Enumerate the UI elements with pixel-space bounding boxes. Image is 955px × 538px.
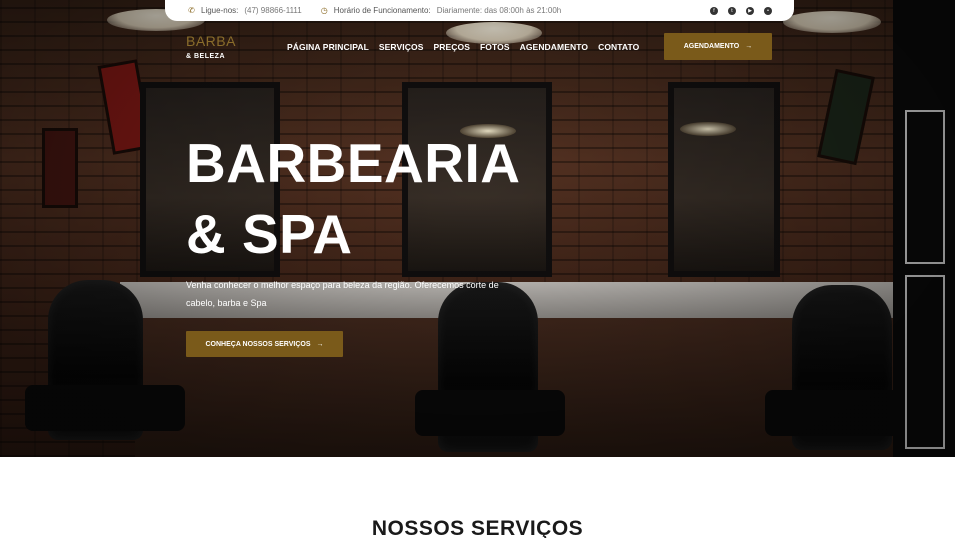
arrow-right-icon: →: [316, 340, 324, 348]
hero-subtitle: Venha conhecer o melhor espaço para bele…: [186, 280, 499, 308]
wall-frame: [97, 59, 153, 155]
booking-button-label: AGENDAMENTO: [683, 43, 740, 50]
facebook-icon[interactable]: f: [710, 6, 718, 15]
services-cta-label: CONHEÇA NOSSOS SERVIÇOS: [205, 340, 311, 348]
chair-seat: [765, 390, 915, 436]
arrow-right-icon: →: [745, 43, 753, 50]
top-info-bar: ✆ Ligue-nos: (47) 98866-1111 ◷ Horário d…: [165, 0, 794, 21]
door: [893, 0, 955, 457]
hero-title-line1: BARBEARIA: [186, 132, 521, 194]
wall-frame: [817, 68, 875, 166]
nav-item-photos[interactable]: FOTOS: [480, 42, 510, 52]
youtube-icon[interactable]: ▶: [746, 6, 754, 15]
chair-seat: [415, 390, 565, 436]
nav-item-home[interactable]: PÁGINA PRINCIPAL: [287, 42, 369, 52]
mirror: [668, 82, 780, 277]
nav-item-prices[interactable]: PREÇOS: [433, 42, 470, 52]
hero-title: BARBEARIA & SPA: [186, 128, 521, 270]
brand-name: BARBA: [186, 33, 236, 49]
phone-number[interactable]: (47) 98866-1111: [244, 6, 301, 15]
clock-icon: ◷: [320, 6, 328, 15]
barber-chair: [792, 285, 892, 450]
booking-button[interactable]: AGENDAMENTO →: [664, 33, 772, 60]
services-section-title: NOSSOS SERVIÇOS: [371, 517, 584, 538]
nav-item-services[interactable]: SERVIÇOS: [379, 42, 424, 52]
services-cta-button[interactable]: CONHEÇA NOSSOS SERVIÇOS →: [186, 331, 343, 357]
ceiling-lamp: [783, 11, 881, 33]
phone-icon: ✆: [188, 6, 195, 15]
phone-label: Ligue-nos:: [201, 6, 239, 15]
barber-chair: [48, 280, 143, 440]
chat-icon[interactable]: •: [764, 6, 772, 15]
hero-title-line2: & SPA: [186, 203, 353, 265]
wall-frame: [42, 128, 78, 208]
nav-item-contact[interactable]: CONTATO: [598, 42, 639, 52]
main-nav: PÁGINA PRINCIPAL SERVIÇOS PREÇOS FOTOS A…: [287, 42, 639, 52]
social-links: f t ▶ •: [710, 6, 772, 15]
lamp-glow: [680, 122, 736, 136]
brand-logo[interactable]: BARBA & BELEZA: [186, 34, 236, 60]
twitter-icon[interactable]: t: [728, 6, 736, 15]
brand-tagline: & BELEZA: [186, 53, 225, 60]
chair-seat: [25, 385, 185, 431]
hours-label: Horário de Funcionamento:: [333, 6, 431, 15]
nav-item-booking[interactable]: AGENDAMENTO: [520, 42, 588, 52]
ceiling-lamp: [446, 22, 542, 44]
hours-value: Diariamente: das 08:00h às 21:00h: [436, 6, 562, 15]
